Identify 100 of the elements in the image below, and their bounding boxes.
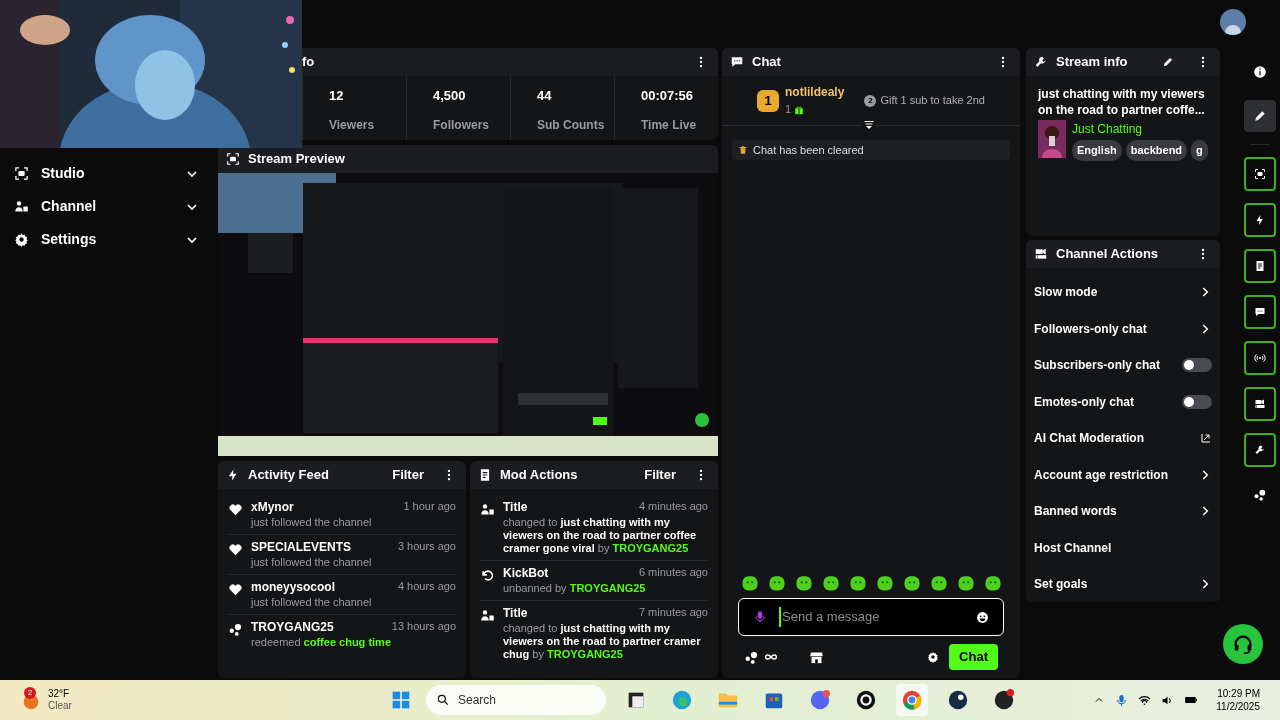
rail-button[interactable]: [1244, 203, 1276, 237]
panel-title: Activity Feed: [248, 466, 330, 485]
emote-icon: [848, 574, 867, 592]
timestamp: 4 hours ago: [397, 579, 456, 594]
stat-label: Followers: [433, 116, 490, 134]
toggle-switch[interactable]: [1182, 358, 1212, 373]
dots-icon: [228, 622, 243, 637]
rail-button[interactable]: [1244, 249, 1276, 283]
activity-text: just followed the channel: [251, 556, 373, 570]
rail-button[interactable]: [1244, 295, 1276, 329]
rail-button[interactable]: [1244, 341, 1276, 375]
emote-button[interactable]: [848, 574, 867, 592]
settings-icon: [927, 651, 940, 663]
emote-button[interactable]: [821, 574, 840, 592]
username: SPECIALEVENTS: [251, 539, 352, 556]
emote-button[interactable]: [956, 574, 975, 592]
tag-chip[interactable]: backbend: [1125, 140, 1188, 161]
chat-send-button[interactable]: Chat: [949, 644, 998, 670]
sidebar-item[interactable]: Settings: [14, 223, 200, 256]
avatar[interactable]: [1220, 9, 1246, 35]
timestamp: 6 minutes ago: [638, 565, 708, 580]
heart-icon: [228, 582, 243, 597]
timestamp: 1 hour ago: [403, 499, 456, 514]
person-icon: [480, 608, 495, 623]
username[interactable]: notlildealy: [785, 83, 845, 102]
activity-text: redeemed coffee chug time: [251, 636, 392, 650]
action-label: Banned words: [1034, 503, 1118, 521]
tag-chip[interactable]: g: [1191, 140, 1208, 161]
panel-title: Chat: [752, 53, 782, 72]
pencil-icon: [1162, 56, 1174, 68]
emote-icon: [956, 574, 975, 592]
username: moneyysocool: [251, 579, 336, 596]
wifi-icon: [1138, 693, 1152, 707]
pencil-icon: [1253, 109, 1267, 123]
emote-button[interactable]: [875, 574, 894, 592]
stat-value: 44: [537, 87, 553, 105]
emote-button[interactable]: [983, 574, 1002, 592]
dots-icon: [744, 649, 759, 665]
undo-icon: [480, 568, 495, 583]
username: TROYGANG25: [251, 619, 334, 636]
rail-button[interactable]: [1244, 387, 1276, 421]
notification-badge: 2: [24, 687, 36, 699]
action-label: Slow mode: [1034, 284, 1099, 302]
studio-icon: [14, 166, 29, 181]
search-field[interactable]: Search: [426, 685, 606, 715]
action-name: KickBot: [503, 565, 549, 582]
broadcast-icon: [1254, 352, 1266, 364]
rail-button[interactable]: [1244, 157, 1276, 191]
start-button[interactable]: [390, 689, 412, 711]
rail-button[interactable]: [1244, 100, 1276, 132]
timestamp: 7 minutes ago: [638, 605, 708, 620]
action-name: Title: [503, 605, 528, 622]
collapse-icon: [863, 119, 875, 131]
app-icon: [901, 689, 923, 711]
timestamp: 13 hours ago: [391, 619, 456, 634]
bolt-icon: [1254, 214, 1266, 226]
camera-icon: [1034, 247, 1048, 261]
emote-icon: [983, 574, 1002, 592]
heart-icon: [228, 542, 243, 557]
emote-button[interactable]: [794, 574, 813, 592]
action-label: Followers-only chat: [1034, 320, 1148, 338]
panel-title: Stream info: [1056, 53, 1129, 72]
timestamp: 3 hours ago: [397, 539, 456, 554]
sidebar-item[interactable]: Studio: [14, 157, 200, 190]
microphone-icon: [1115, 693, 1129, 707]
tag-chip[interactable]: English: [1072, 140, 1122, 161]
emote-button[interactable]: [767, 574, 786, 592]
panel-title: Stream Preview: [248, 150, 346, 169]
activity-text: changed to just chatting with my viewers on the road to partner cramer chug by TROYGANG25: [503, 622, 702, 662]
timestamp: 4 minutes ago: [638, 499, 708, 514]
sidebar-item[interactable]: Channel: [14, 190, 200, 223]
panel-title: Channel Actions: [1056, 245, 1160, 264]
help-button[interactable]: [1223, 624, 1263, 664]
emote-button[interactable]: [902, 574, 921, 592]
camera-icon: [1254, 398, 1266, 410]
headset-icon: [1232, 633, 1254, 655]
stream-title: just chatting with my viewers on the road to partner coffe...: [1036, 86, 1206, 118]
app-icon: [809, 689, 831, 711]
filter-button[interactable]: Filter: [644, 465, 676, 485]
windows-icon: [391, 690, 411, 710]
emoji-icon: [976, 610, 989, 624]
app-icon: [671, 689, 693, 711]
emote-icon: [821, 574, 840, 592]
stat-value: 4,500: [433, 87, 467, 105]
temperature: 32°F: [48, 688, 71, 700]
person-icon: [480, 502, 495, 517]
emote-icon: [875, 574, 894, 592]
category-link[interactable]: Just Chatting: [1072, 120, 1208, 138]
document-icon: [1254, 260, 1266, 272]
toggle-switch[interactable]: [1182, 394, 1212, 409]
info-icon: [1253, 65, 1267, 79]
emote-button[interactable]: [929, 574, 948, 592]
emote-button[interactable]: [740, 574, 759, 592]
message-input[interactable]: Send a message: [738, 598, 1004, 636]
rail-button[interactable]: [1244, 433, 1276, 467]
filter-button[interactable]: Filter: [392, 465, 424, 485]
clock-time: 10:29 PM: [1217, 687, 1260, 700]
wrench-icon: [1034, 55, 1048, 69]
gift-icon: [794, 104, 805, 115]
system-message: Chat has been cleared: [732, 140, 1010, 160]
